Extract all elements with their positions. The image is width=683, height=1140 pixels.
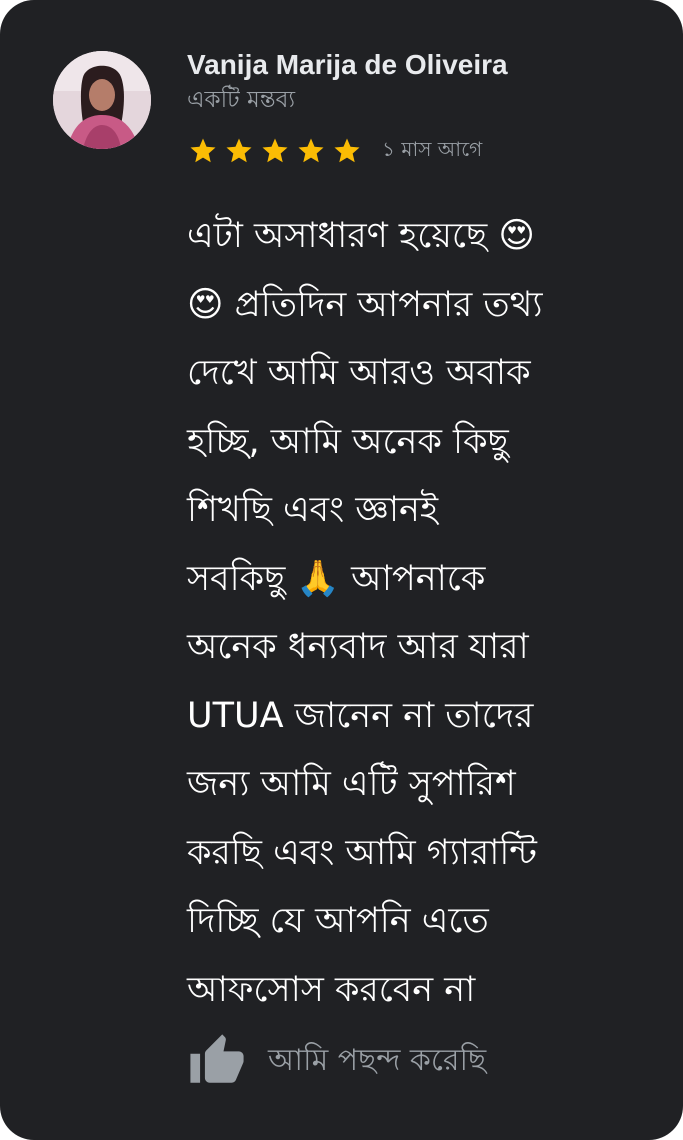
- review-text-line: অনেক ধন্যবাদ আর যারা: [187, 627, 529, 667]
- review-text-line: UTUA জানেন না তাদের: [187, 695, 534, 736]
- like-label: আমি পছন্দ করেছি: [268, 1042, 487, 1078]
- review-text: এটা অসাধারণ হয়েছে 😍 😍 প্রতিদিন আপনার তথ্…: [187, 202, 647, 1024]
- review-text-line: দেখে আমি আরও অবাক: [187, 353, 531, 393]
- reviewer-name[interactable]: Vanija Marija de Oliveira: [187, 47, 508, 83]
- reviewer-subtitle: একটি মন্তব্য: [187, 87, 296, 113]
- thumbs-up-icon: [190, 1034, 244, 1083]
- review-text-line: হচ্ছি, আমি অনেক কিছু: [187, 421, 509, 462]
- star-icon: [190, 138, 216, 163]
- review-text-line: দিচ্ছি যে আপনি এতে: [187, 901, 489, 941]
- review-text-line: 😍 প্রতিদিন আপনার তথ্য: [187, 284, 543, 325]
- star-icon: [262, 138, 288, 163]
- avatar[interactable]: [53, 51, 151, 149]
- avatar-photo: [53, 51, 151, 149]
- star-rating: [188, 136, 368, 166]
- review-text-line: করছি এবং আমি গ্যারান্টি: [187, 832, 537, 873]
- review-text-line: সবকিছু 🙏 আপনাকে: [187, 558, 486, 599]
- review-card: Vanija Marija de Oliveira একটি মন্তব্য ১…: [0, 0, 683, 1140]
- review-text-line: আফসোস করবেন না: [187, 969, 476, 1010]
- like-button[interactable]: আমি পছন্দ করেছি: [188, 1030, 486, 1092]
- review-text-line: জন্য আমি এটি সুপারিশ: [187, 764, 516, 804]
- rating-row: ১ মাস আগে: [188, 134, 482, 168]
- star-icon: [226, 138, 252, 163]
- star-icon: [334, 138, 360, 163]
- review-time: ১ মাস আগে: [382, 136, 483, 161]
- star-icon: [298, 138, 324, 163]
- review-text-line: শিখছি এবং জ্ঞানই: [187, 490, 439, 530]
- review-text-line: এটা অসাধারণ হয়েছে 😍: [187, 216, 535, 256]
